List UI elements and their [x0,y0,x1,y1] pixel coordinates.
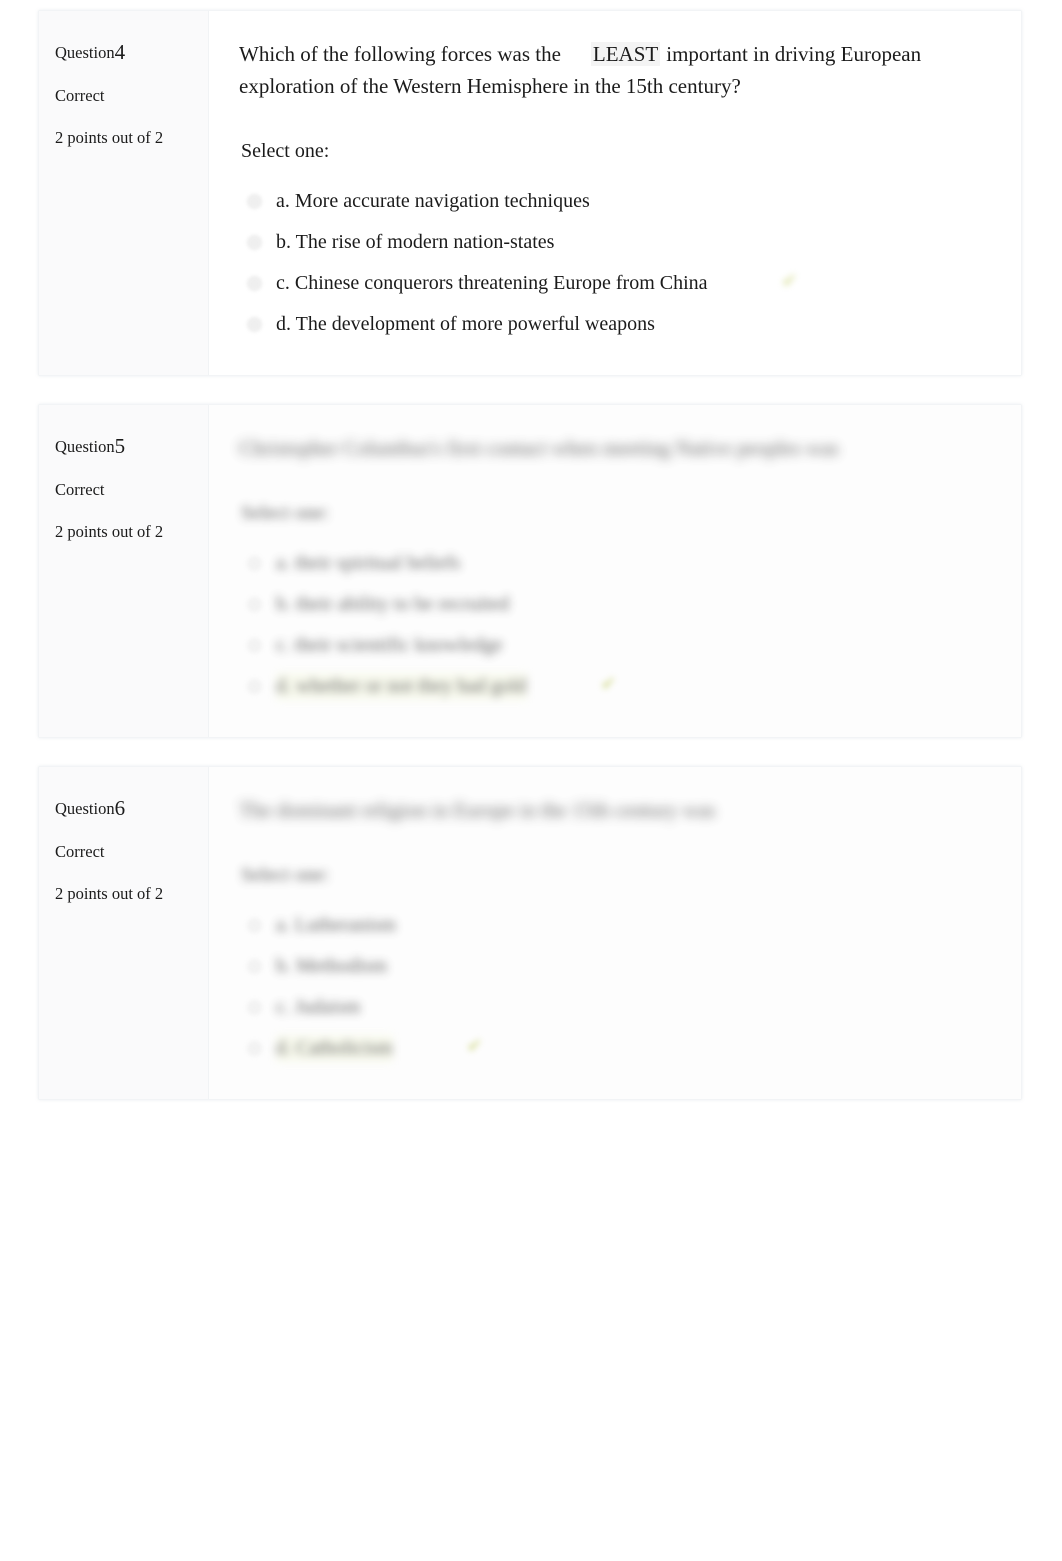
radio-button-icon[interactable] [247,555,262,571]
radio-button-icon[interactable] [247,678,262,694]
answer-option[interactable]: c. Judaism [247,987,991,1028]
answer-option[interactable]: a. More accurate navigation techniques [247,181,991,222]
radio-button-icon[interactable] [247,637,262,653]
question-card: Question6 Correct 2 points out of 2 The … [38,765,1022,1100]
radio-button-icon[interactable] [247,316,262,332]
answer-option-correct[interactable]: d. Catholicism ✔ [247,1028,991,1069]
answer-option[interactable]: a. their spiritual beliefs [247,543,991,584]
question-state: Correct [55,841,105,861]
question-number: Question6 [55,795,194,820]
quiz-review-page: Question4 Correct 2 points out of 2 Whic… [0,10,1062,1561]
answer-label: a. their spiritual beliefs [276,551,461,574]
radio-button-icon[interactable] [247,596,262,612]
select-one-prompt: Select one: [241,139,330,162]
answer-label: a. Lutheranism [276,913,396,936]
select-one-prompt: Select one: [241,501,330,524]
answer-label: d. Catholicism [276,1034,393,1062]
answer-label: c. their scientific knowledge [276,633,503,656]
answer-option-correct[interactable]: c. Chinese conquerors threatening Europe… [247,263,991,304]
answer-option[interactable]: b. Methodism [247,946,991,987]
question-grade: 2 points out of 2 [55,883,164,903]
answer-option[interactable]: b. their ability to be recruited [247,584,991,625]
answer-option[interactable]: b. The rise of modern nation-states [247,222,991,263]
question-content: The dominant religion in Europe in the 1… [209,766,1021,1099]
radio-button-icon[interactable] [247,193,262,209]
question-text: Christopher Columbus's first contact whe… [239,435,839,460]
question-info-panel: Question4 Correct 2 points out of 2 [39,11,209,375]
answer-list: a. Lutheranism b. Methodism c. Judaism d… [239,905,991,1069]
answer-label: b. their ability to be recruited [276,592,510,615]
question-content: Christopher Columbus's first contact whe… [209,404,1021,737]
answer-list: a. More accurate navigation techniques b… [239,181,991,345]
question-grade: 2 points out of 2 [55,521,164,541]
question-card: Question4 Correct 2 points out of 2 Whic… [38,10,1022,376]
answer-option-correct[interactable]: d. whether or not they had gold ✔ [247,666,991,707]
answer-list: a. their spiritual beliefs b. their abil… [239,543,991,707]
question-number-label: Question [55,798,115,818]
question-state: Correct [55,479,105,499]
question-text-emphasis: LEAST [590,42,661,66]
radio-button-icon[interactable] [247,234,262,250]
radio-button-icon[interactable] [247,958,262,974]
question-number-label: Question [55,436,115,456]
select-one-prompt: Select one: [241,863,330,886]
question-number-label: Question [55,43,115,62]
question-text: The dominant religion in Europe in the 1… [239,797,716,822]
question-number: Question4 [55,40,194,64]
answer-option[interactable]: c. their scientific knowledge [247,625,991,666]
question-number-value: 4 [114,40,126,64]
question-grade: 2 points out of 2 [55,128,164,148]
answer-label: b. Methodism [276,954,388,977]
question-card: Question5 Correct 2 points out of 2 Chri… [38,403,1022,738]
question-number-value: 6 [114,795,126,820]
radio-button-icon[interactable] [247,999,262,1015]
question-number: Question5 [55,433,194,458]
answer-option[interactable]: d. The development of more powerful weap… [247,304,991,345]
question-text-before: Which of the following forces was the [239,42,561,66]
question-content: Which of the following forces was the LEA… [209,11,1021,375]
radio-button-icon[interactable] [247,1040,262,1056]
question-number-value: 5 [114,433,126,458]
question-state: Correct [55,86,105,106]
correct-check-icon: ✔ [781,270,798,292]
answer-option[interactable]: a. Lutheranism [247,905,991,946]
radio-button-icon[interactable] [247,275,262,291]
answer-label: d. whether or not they had gold [276,672,527,700]
answer-label: a. More accurate navigation techniques [276,189,590,212]
answer-label: c. Chinese conquerors threatening Europe… [276,271,708,294]
question-text: Which of the following forces was the LEA… [239,39,979,103]
answer-label: b. The rise of modern nation-states [276,230,555,253]
answer-label: d. The development of more powerful weap… [276,312,655,335]
correct-check-icon: ✔ [466,1035,483,1057]
radio-button-icon[interactable] [247,917,262,933]
answer-label: c. Judaism [276,995,361,1018]
correct-check-icon: ✔ [600,673,617,695]
question-info-panel: Question5 Correct 2 points out of 2 [39,404,209,737]
question-info-panel: Question6 Correct 2 points out of 2 [39,766,209,1099]
